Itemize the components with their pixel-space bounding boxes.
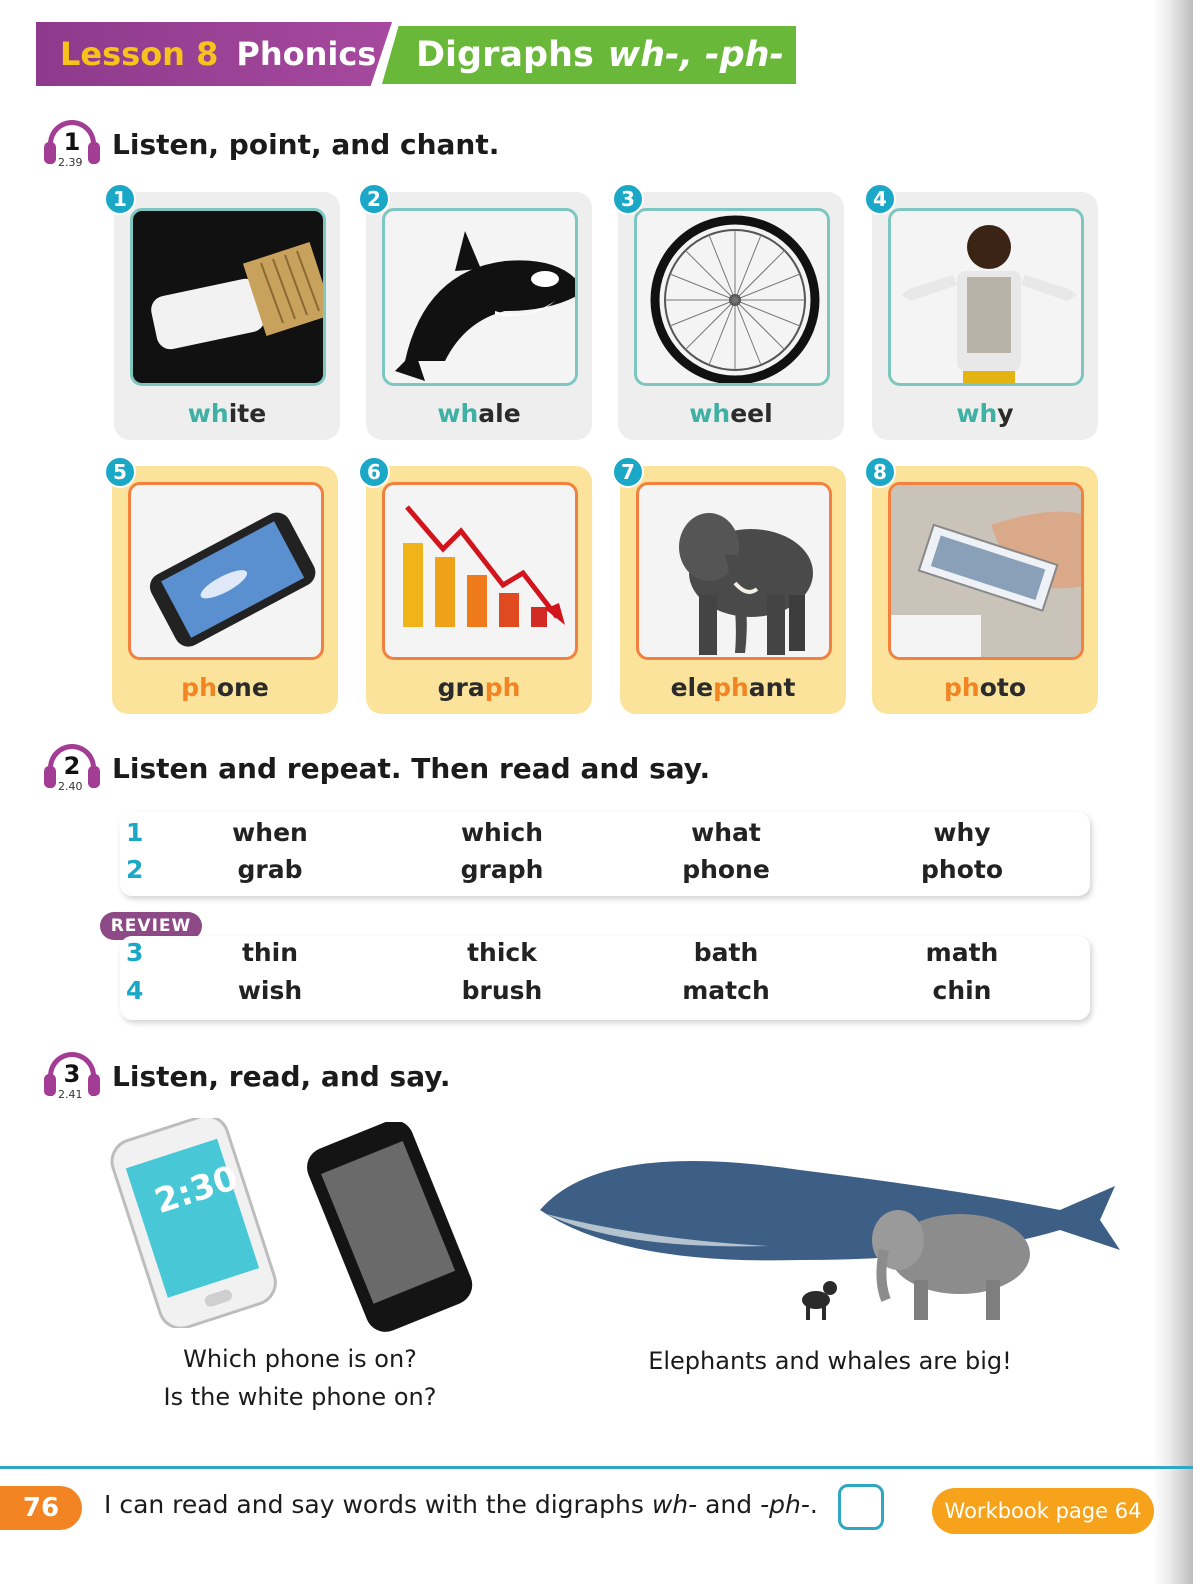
card-word: wheel	[689, 399, 773, 428]
picture-card-wheel[interactable]: wheel	[618, 192, 844, 440]
white-phone-on-image: 2:30	[104, 1114, 284, 1330]
row-number: 2	[126, 855, 144, 884]
word: wish	[237, 976, 303, 1005]
track-number: 2.40	[58, 780, 83, 793]
boy-shrugging-image	[888, 208, 1084, 386]
footer-divider	[0, 1466, 1193, 1469]
wheel-image	[634, 208, 830, 386]
picture-card-elephant[interactable]: elephant	[620, 466, 846, 714]
card-number-badge: 7	[612, 456, 644, 488]
picture-card-graph[interactable]: graph	[366, 466, 592, 714]
word: math	[925, 938, 999, 967]
caption-line: Which phone is on?	[183, 1345, 417, 1373]
picture-card-photo[interactable]: photo	[872, 466, 1098, 714]
word-panel-review: 3 thin thick bath math 4 wish brush matc…	[120, 936, 1090, 1020]
activity-title: Listen and repeat. Then read and say.	[112, 751, 711, 785]
caption-animals: Elephants and whales are big!	[648, 1347, 1012, 1375]
can-do-statement: I can read and say words with the digrap…	[104, 1490, 818, 1519]
picture-card-white[interactable]: white	[114, 192, 340, 440]
card-number-badge: 1	[104, 183, 136, 215]
book-spine-shadow	[1153, 0, 1193, 1584]
card-number-badge: 3	[612, 183, 644, 215]
photo-in-hand-image	[888, 482, 1084, 660]
paint-brush-image	[130, 208, 326, 386]
caption-phones: Which phone is on? Is the white phone on…	[140, 1340, 460, 1416]
card-word: white	[187, 399, 267, 428]
card-word: photo	[943, 673, 1026, 702]
black-phone-off-image	[300, 1120, 480, 1332]
row-number: 3	[126, 938, 144, 967]
headphones-icon[interactable]: 3 2.41	[44, 1050, 100, 1102]
whale-elephant-dog-image	[540, 1150, 1120, 1330]
topic-banner: Digraphs wh-, -ph-	[382, 26, 796, 84]
activity-title: Listen, point, and chant.	[112, 127, 500, 161]
card-word: elephant	[670, 673, 796, 702]
word: which	[460, 818, 544, 847]
card-word: whale	[437, 399, 521, 428]
orca-image	[382, 208, 578, 386]
workbook-page-link[interactable]: Workbook page 64	[932, 1488, 1154, 1534]
activity-3-heading: 3 2.41 Listen, read, and say.	[44, 1050, 451, 1102]
card-word: graph	[437, 673, 521, 702]
elephant-image	[636, 482, 832, 660]
lesson-label: Lesson 8	[60, 35, 219, 73]
smartphone-image	[128, 482, 324, 660]
word: why	[933, 818, 991, 847]
topic-digraphs: wh-, -ph-	[607, 35, 785, 75]
caption-line: Is the white phone on?	[163, 1383, 437, 1411]
picture-card-whale[interactable]: whale	[366, 192, 592, 440]
word: bath	[693, 938, 759, 967]
word: match	[682, 976, 770, 1005]
card-number-badge: 6	[358, 456, 390, 488]
bar-graph-image	[382, 482, 578, 660]
activity-number: 1	[63, 128, 81, 156]
subject-label: Phonics	[236, 35, 377, 73]
page-number: 76	[0, 1486, 82, 1530]
word: brush	[461, 976, 543, 1005]
track-number: 2.41	[58, 1088, 83, 1101]
row-number: 4	[126, 976, 144, 1005]
picture-card-phone[interactable]: phone	[112, 466, 338, 714]
card-number-badge: 5	[104, 456, 136, 488]
activity-number: 2	[63, 752, 81, 780]
can-do-checkbox[interactable]	[838, 1484, 884, 1530]
activity-2-heading: 2 2.40 Listen and repeat. Then read and …	[44, 742, 710, 794]
activity-title: Listen, read, and say.	[112, 1059, 451, 1093]
card-word: why	[956, 399, 1014, 428]
word: what	[691, 818, 761, 847]
activity-number: 3	[63, 1060, 81, 1088]
word: chin	[932, 976, 992, 1005]
card-number-badge: 2	[358, 183, 390, 215]
word: graph	[460, 855, 544, 884]
word-row: 2 grab graph phone photo	[120, 855, 1090, 893]
word: phone	[682, 855, 770, 884]
lesson-banner: Lesson 8 Phonics	[36, 22, 392, 86]
activity-1-heading: 1 2.39 Listen, point, and chant.	[44, 118, 499, 170]
word: photo	[921, 855, 1003, 884]
word: grab	[237, 855, 303, 884]
card-word: phone	[181, 673, 269, 702]
word-row: 1 when which what why	[120, 818, 1090, 856]
word: thick	[467, 938, 537, 967]
word: thin	[241, 938, 299, 967]
card-number-badge: 4	[864, 183, 896, 215]
track-number: 2.39	[58, 156, 83, 169]
word-row: 3 thin thick bath math	[120, 938, 1090, 976]
row-number: 1	[126, 818, 144, 847]
word: when	[232, 818, 308, 847]
picture-card-why[interactable]: why	[872, 192, 1098, 440]
topic-prefix: Digraphs	[416, 35, 594, 75]
headphones-icon[interactable]: 2 2.40	[44, 742, 100, 794]
word-panel-new: 1 when which what why 2 grab graph phone…	[120, 812, 1090, 896]
word-row: 4 wish brush match chin	[120, 976, 1090, 1014]
card-number-badge: 8	[864, 456, 896, 488]
headphones-icon[interactable]: 1 2.39	[44, 118, 100, 170]
